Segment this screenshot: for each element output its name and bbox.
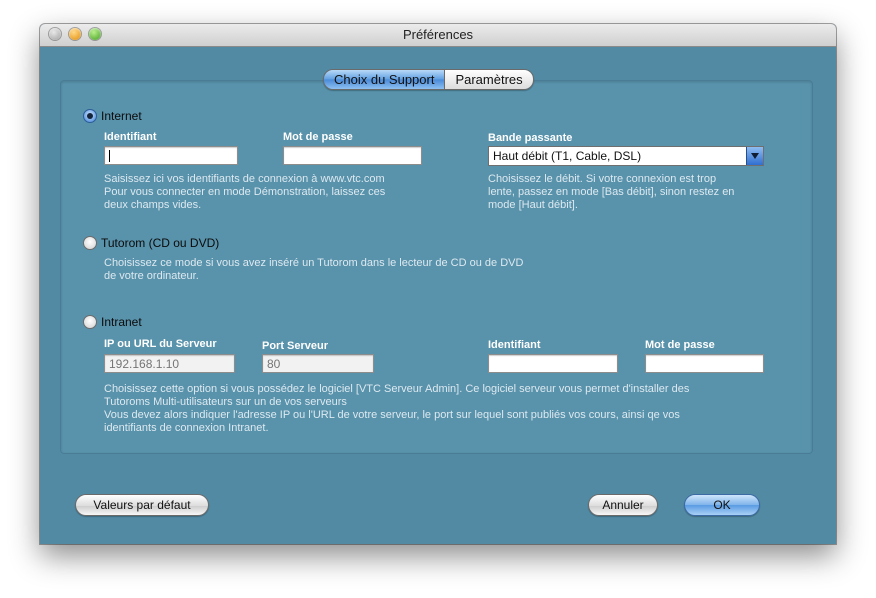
internet-label: Internet (101, 109, 142, 123)
tutorom-label: Tutorom (CD ou DVD) (101, 236, 220, 250)
intranet-help-text: Choisissez cette option si vous possédez… (104, 383, 804, 435)
intranet-port-input[interactable] (262, 354, 374, 373)
tab-choix-du-support[interactable]: Choix du Support (324, 70, 446, 89)
cancel-button[interactable]: Annuler (588, 494, 658, 516)
bandwidth-label: Bande passante (488, 132, 573, 144)
intranet-help-line-1: Choisissez cette option si vous possédez… (104, 383, 690, 395)
intranet-identifiant-input[interactable] (488, 354, 618, 373)
tab-bar: Choix du Support Paramètres (323, 69, 534, 90)
intranet-password-input[interactable] (645, 354, 764, 373)
internet-password-input[interactable] (283, 146, 422, 165)
intranet-label: Intranet (101, 315, 142, 329)
tutorom-help-line-1: Choisissez ce mode si vous avez inséré u… (104, 257, 524, 269)
internet-identifiant-label: Identifiant (104, 131, 157, 143)
bandwidth-help-line-3: mode [Haut débit]. (488, 199, 578, 211)
intranet-port-label: Port Serveur (262, 340, 329, 352)
window-title: Préférences (402, 27, 474, 42)
default-values-button[interactable]: Valeurs par défaut (75, 494, 209, 516)
internet-help-line-2: Pour vous connecter en mode Démonstratio… (104, 186, 386, 198)
intranet-help-line-4: identifiants de connexion Intranet. (104, 422, 269, 434)
internet-help-line-1: Saisissez ici vos identifiants de connex… (104, 173, 385, 185)
intranet-help-line-3: Vous devez alors indiquer l'adresse IP o… (104, 409, 680, 421)
intranet-ip-label: IP ou URL du Serveur (104, 338, 217, 350)
internet-identifiant-input[interactable] (104, 146, 238, 165)
preferences-window: Préférences Choix du Support Paramètres … (40, 24, 836, 544)
intranet-password-label: Mot de passe (645, 339, 715, 351)
bandwidth-help-line-2: lente, passez en mode [Bas débit], sinon… (488, 186, 735, 198)
title-bar[interactable]: Préférences (40, 24, 836, 47)
tutorom-help-line-2: de votre ordinateur. (104, 270, 199, 282)
bandwidth-selected-value: Haut débit (T1, Cable, DSL) (493, 149, 642, 163)
internet-help-line-3: deux champs vides. (104, 199, 202, 211)
bandwidth-select[interactable]: Haut débit (T1, Cable, DSL) (488, 146, 764, 166)
tab-parametres[interactable]: Paramètres (445, 70, 533, 89)
intranet-ip-input[interactable] (104, 354, 235, 373)
internet-help-text: Saisissez ici vos identifiants de connex… (104, 173, 434, 212)
internet-radio[interactable] (83, 109, 97, 123)
ok-button[interactable]: OK (684, 494, 760, 516)
intranet-radio[interactable] (83, 315, 97, 329)
tutorom-radio[interactable] (83, 236, 97, 250)
bandwidth-help-line-1: Choisissez le débit. Si votre connexion … (488, 173, 717, 185)
chevron-down-icon[interactable] (746, 147, 763, 165)
text-caret (109, 150, 110, 162)
intranet-help-line-2: Tutoroms Multi-utilisateurs sur un de vo… (104, 396, 347, 408)
bandwidth-help-text: Choisissez le débit. Si votre connexion … (488, 173, 788, 212)
tutorom-help-text: Choisissez ce mode si vous avez inséré u… (104, 257, 624, 283)
internet-password-label: Mot de passe (283, 131, 353, 143)
intranet-identifiant-label: Identifiant (488, 339, 541, 351)
